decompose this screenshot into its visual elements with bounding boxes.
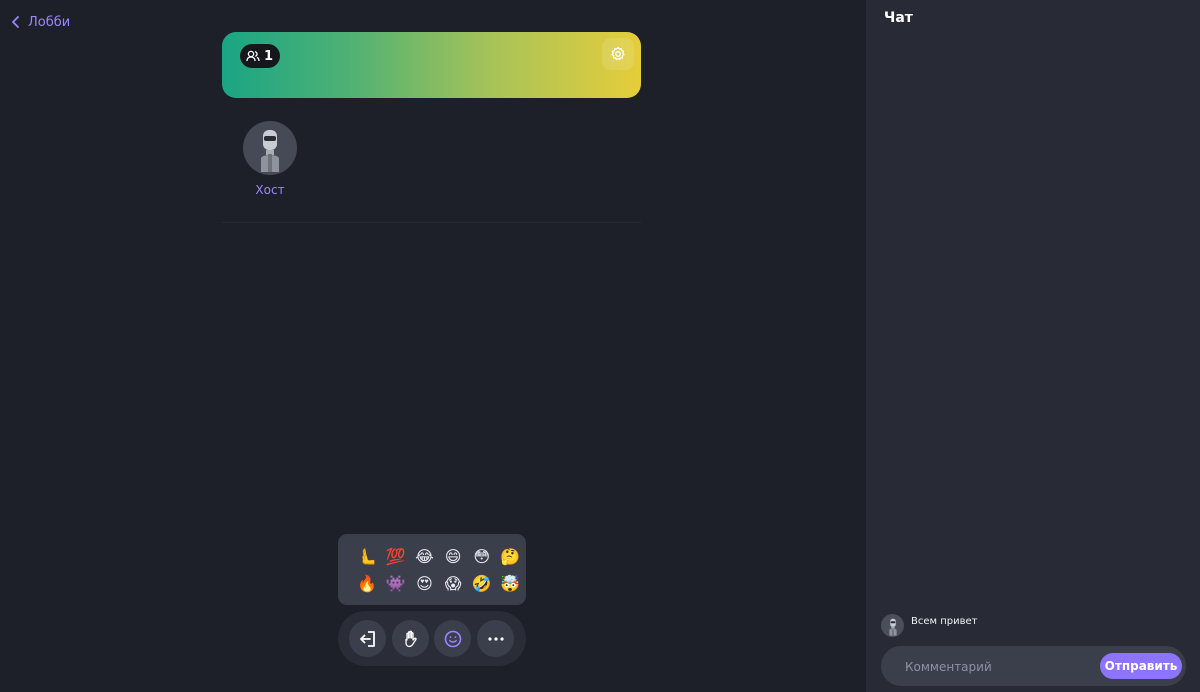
- raise-hand-button[interactable]: [392, 620, 429, 657]
- reactions-button[interactable]: [434, 620, 471, 657]
- message-avatar: [881, 614, 904, 637]
- raise-hand-icon: [404, 630, 417, 647]
- leave-icon: [359, 630, 375, 647]
- reactions-panel: 🫷 💯 😂 😄 😳 🤔 🔥 👾 😍 😱 🤣 🤯: [338, 534, 526, 605]
- chat-title: Чат: [884, 10, 913, 26]
- robot-avatar-icon: [888, 618, 897, 636]
- chat-composer: Отправить: [881, 646, 1186, 686]
- participant-host[interactable]: Хост: [242, 121, 298, 197]
- reaction-emoji[interactable]: 😳: [471, 546, 493, 568]
- reaction-emoji[interactable]: 💯: [385, 546, 407, 568]
- room-banner: 1: [222, 32, 641, 98]
- leave-button[interactable]: [349, 620, 386, 657]
- reaction-emoji[interactable]: 👾: [385, 573, 407, 595]
- more-icon: [487, 636, 504, 641]
- reaction-emoji[interactable]: 😂: [413, 546, 435, 568]
- participant-name: Хост: [255, 183, 285, 197]
- reaction-emoji[interactable]: 🤔: [499, 546, 521, 568]
- message-text: Всем привет: [911, 616, 978, 627]
- gear-icon: [611, 46, 625, 61]
- divider: [222, 222, 641, 223]
- reaction-emoji[interactable]: 😄: [442, 546, 464, 568]
- room-settings-button[interactable]: [602, 38, 634, 70]
- app-root: Лобби 1 Хост 🫷 💯 😂 😄 😳 🤔 🔥 👾 😍 😱 🤣 🤯 Чат…: [0, 0, 1200, 692]
- back-to-lobby-link[interactable]: Лобби: [10, 14, 70, 30]
- participant-count-badge[interactable]: 1: [240, 44, 281, 68]
- chevron-left-icon: [12, 16, 19, 28]
- reaction-emoji[interactable]: 🔥: [356, 573, 378, 595]
- more-options-button[interactable]: [477, 620, 514, 657]
- participant-count: 1: [264, 48, 274, 64]
- avatar: [243, 121, 297, 175]
- reaction-emoji[interactable]: 🤯: [499, 573, 521, 595]
- call-controls: [338, 611, 526, 666]
- comment-input[interactable]: [903, 654, 1097, 680]
- robot-avatar-icon: [261, 130, 279, 172]
- chat-sidebar: Чат Всем привет Отправить: [866, 0, 1200, 692]
- send-button[interactable]: Отправить: [1100, 653, 1182, 679]
- reactions-grid: 🫷 💯 😂 😄 😳 🤔 🔥 👾 😍 😱 🤣 🤯: [353, 543, 525, 597]
- reaction-emoji[interactable]: 😍: [413, 573, 435, 595]
- reaction-emoji[interactable]: 🤣: [471, 573, 493, 595]
- chat-message: Всем привет: [881, 614, 978, 637]
- room-main-area: Лобби 1 Хост 🫷 💯 😂 😄 😳 🤔 🔥 👾 😍 😱 🤣 🤯: [0, 0, 866, 692]
- users-icon: [246, 50, 260, 62]
- emoji-icon: [444, 630, 461, 647]
- reaction-emoji[interactable]: 😱: [442, 573, 464, 595]
- back-label: Лобби: [28, 14, 71, 30]
- reaction-emoji[interactable]: 🫷: [356, 546, 378, 568]
